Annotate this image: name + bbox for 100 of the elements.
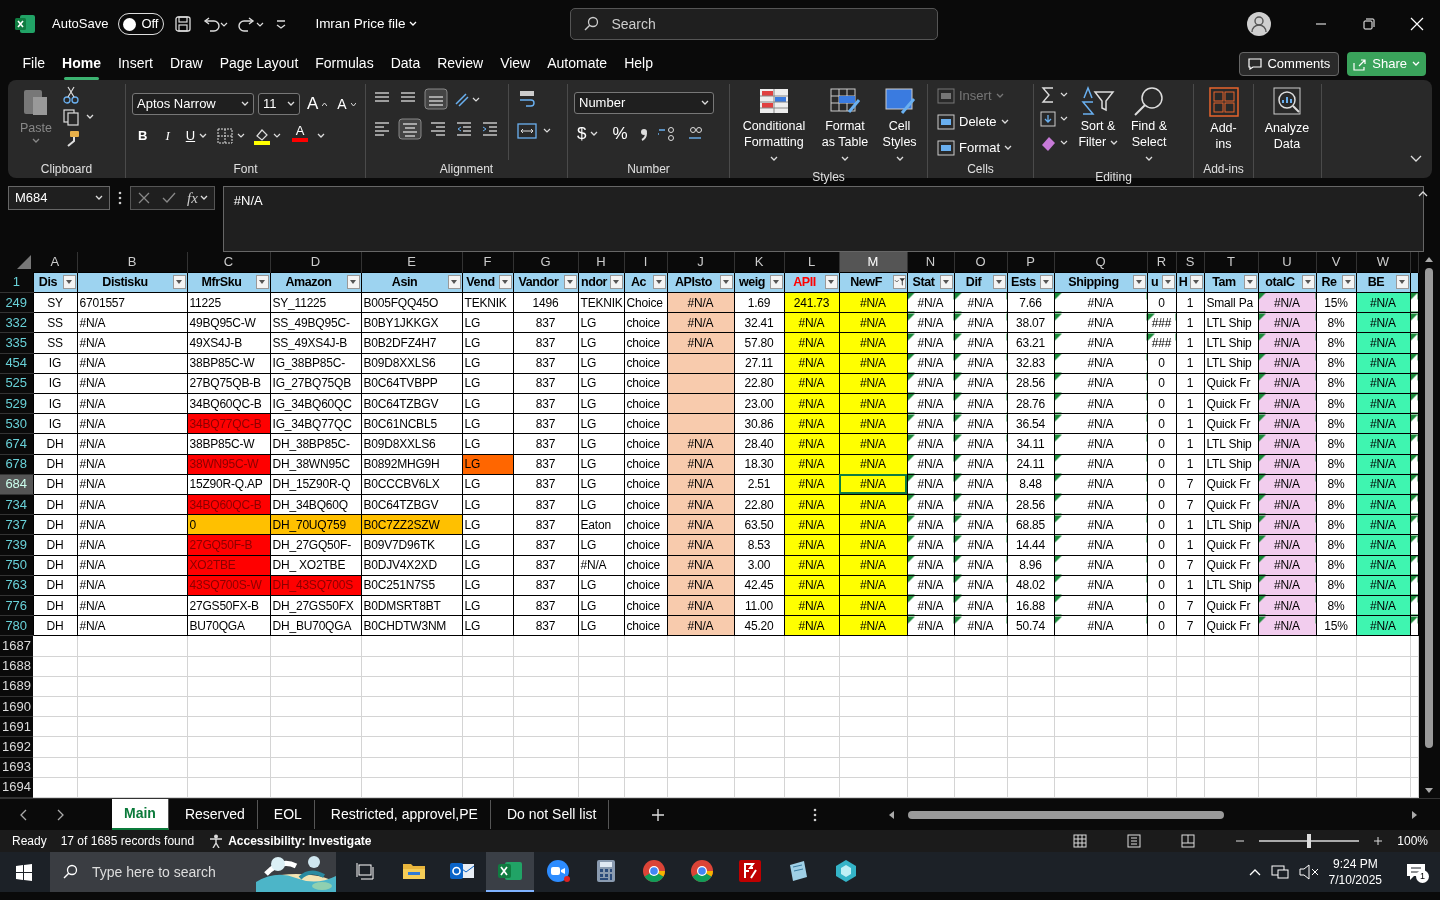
fill-icon[interactable] — [1040, 110, 1070, 128]
column-heading[interactable]: J — [667, 252, 734, 273]
filter-button[interactable] — [1341, 275, 1355, 290]
column-heading[interactable]: W — [1356, 252, 1410, 273]
sheet-tab[interactable]: Restricted, approvel,PE — [318, 800, 491, 829]
bold-button[interactable]: B — [132, 124, 154, 148]
scrollbar-thumb[interactable] — [1425, 268, 1434, 748]
row-number[interactable]: 763 — [0, 575, 33, 596]
row-number[interactable]: 1691 — [0, 716, 33, 737]
filter-button[interactable] — [172, 275, 186, 290]
find-select-button[interactable]: Find & Select — [1126, 84, 1172, 168]
column-heading[interactable]: C — [187, 252, 270, 273]
merge-center-icon[interactable] — [517, 122, 553, 140]
column-heading[interactable]: A — [33, 252, 77, 273]
filter-button[interactable] — [1132, 275, 1146, 290]
menu-tab[interactable]: Automate — [538, 48, 616, 78]
taskbar-search-field[interactable]: Type here to search — [50, 852, 336, 892]
column-heading[interactable]: H — [578, 252, 624, 273]
filter-button[interactable] — [939, 275, 953, 290]
more-options-icon[interactable] — [813, 807, 818, 822]
row-number[interactable]: 454 — [0, 353, 33, 374]
vertical-scrollbar[interactable] — [1418, 252, 1440, 798]
menu-tab[interactable]: View — [491, 48, 539, 78]
expand-formula-bar-icon[interactable] — [1418, 190, 1428, 198]
menu-tab[interactable]: Home — [53, 48, 110, 78]
start-icon[interactable] — [15, 863, 33, 881]
filter-button[interactable] — [1161, 275, 1175, 290]
filter-button[interactable] — [255, 275, 269, 290]
formula-field[interactable]: #N/A — [222, 186, 1424, 252]
row-number[interactable]: 750 — [0, 555, 33, 576]
row-number[interactable]: 780 — [0, 615, 33, 636]
scrollbar-thumb[interactable] — [908, 810, 1225, 819]
filter-button[interactable] — [1189, 275, 1203, 290]
row-number[interactable]: 1687 — [0, 635, 33, 657]
task-view-icon[interactable] — [356, 862, 376, 880]
conditional-formatting-button[interactable]: Conditional Formatting — [736, 84, 812, 168]
column-heading[interactable]: L — [784, 252, 839, 273]
select-all-icon[interactable] — [17, 255, 31, 270]
cut-icon[interactable] — [62, 86, 80, 104]
increase-indent-icon[interactable] — [480, 120, 500, 138]
increase-decimal-icon[interactable] — [656, 125, 677, 143]
column-heading[interactable]: G — [513, 252, 578, 273]
copy-icon[interactable] — [62, 108, 80, 126]
collapse-ribbon-icon[interactable] — [1410, 155, 1422, 164]
percent-button[interactable]: % — [609, 122, 631, 146]
menu-tab[interactable]: Draw — [161, 48, 212, 78]
cancel-icon[interactable] — [137, 191, 151, 205]
sort-filter-button[interactable]: Sort & Filter — [1074, 84, 1122, 168]
filter-button[interactable] — [1301, 275, 1315, 290]
analyze-data-button[interactable]: Analyze Data — [1260, 84, 1314, 160]
video-app-icon[interactable] — [545, 859, 571, 883]
row-number[interactable]: 674 — [0, 433, 33, 455]
row-number[interactable]: 332 — [0, 312, 33, 333]
menu-tab[interactable]: Formulas — [306, 48, 383, 78]
row-number[interactable]: 530 — [0, 413, 33, 434]
filter-button[interactable] — [62, 275, 76, 290]
orientation-icon[interactable] — [454, 90, 482, 108]
format-cells-button[interactable]: Format — [934, 136, 1016, 160]
column-heading[interactable]: F — [462, 252, 513, 273]
row-number[interactable]: 678 — [0, 454, 33, 475]
accessibility-status[interactable]: Accessibility: Investigate — [228, 832, 372, 850]
row-number[interactable]: 1 — [0, 272, 33, 293]
clock-date[interactable]: 7/10/2025 — [1328, 872, 1382, 888]
filter-button[interactable] — [1395, 275, 1409, 290]
column-heading[interactable]: P — [1007, 252, 1054, 273]
redo-icon[interactable] — [238, 15, 265, 33]
filter-button[interactable] — [447, 275, 461, 290]
row-number[interactable]: 737 — [0, 514, 33, 535]
search-input[interactable]: Type here to search — [90, 860, 240, 884]
accessibility-icon[interactable] — [208, 834, 225, 848]
decrease-indent-icon[interactable] — [454, 120, 474, 138]
filter-button[interactable] — [563, 275, 577, 290]
browser-icon[interactable] — [642, 859, 666, 883]
column-heading[interactable]: U — [1258, 252, 1316, 273]
menu-tab[interactable]: Review — [428, 48, 492, 78]
row-number[interactable]: 776 — [0, 595, 33, 616]
column-heading[interactable]: T — [1204, 252, 1258, 273]
sheet-tab[interactable]: EOL — [261, 800, 315, 829]
zoom-level[interactable]: 100% — [1397, 832, 1428, 850]
row-number[interactable]: 739 — [0, 534, 33, 556]
sheet-tab[interactable]: Main — [112, 799, 169, 830]
show-hidden-icons-icon[interactable] — [1248, 868, 1261, 876]
column-heading[interactable]: M — [839, 252, 907, 273]
font-name-dropdown[interactable]: Aptos Narrow — [132, 93, 254, 115]
row-number[interactable]: 1692 — [0, 736, 33, 758]
menu-tab[interactable]: Data — [382, 48, 429, 78]
comma-style-icon[interactable] — [638, 126, 649, 142]
add-sheet-icon[interactable] — [651, 807, 666, 822]
underline-button[interactable]: U — [181, 124, 212, 148]
column-heading[interactable]: V — [1316, 252, 1356, 273]
row-number[interactable]: 1688 — [0, 656, 33, 677]
currency-button[interactable]: $ — [574, 122, 602, 146]
row-number[interactable]: 1689 — [0, 676, 33, 697]
row-number[interactable]: 1690 — [0, 696, 33, 717]
calculator-icon[interactable] — [596, 859, 616, 883]
next-sheet-icon[interactable] — [56, 808, 64, 821]
document-title-button[interactable]: Imran Price file — [312, 12, 421, 36]
volume-muted-icon[interactable] — [1298, 864, 1319, 880]
row-number[interactable]: 249 — [0, 292, 33, 313]
delete-cells-button[interactable]: Delete — [934, 110, 1016, 134]
